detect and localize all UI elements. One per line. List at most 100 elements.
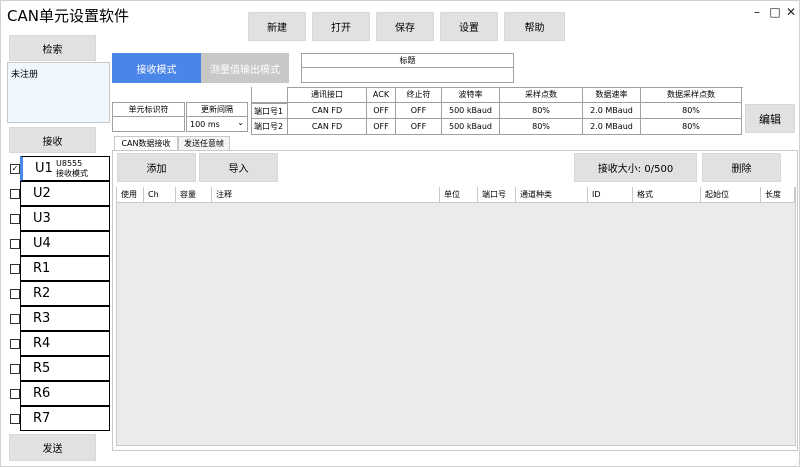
unit-checkbox[interactable] xyxy=(10,263,20,274)
send-button[interactable]: 发送 xyxy=(9,434,96,461)
unit-checkbox[interactable] xyxy=(10,338,20,349)
grid-column-header[interactable]: 注释 xyxy=(212,187,440,203)
title-input[interactable] xyxy=(302,68,513,82)
unit-mode: 接收模式 xyxy=(56,169,88,178)
port-table-header: 通讯接口 xyxy=(288,87,367,103)
tab-can-receive[interactable]: CAN数据接收 xyxy=(114,136,178,150)
update-interval-box: 更新间隔 100 ms ⌄ xyxy=(186,102,248,132)
data-grid[interactable] xyxy=(116,187,796,446)
minimize-icon[interactable]: – xyxy=(749,5,765,19)
update-interval-label: 更新间隔 xyxy=(187,103,247,117)
unit-checkbox[interactable] xyxy=(10,238,20,249)
unit-checkbox[interactable] xyxy=(10,388,20,399)
unit-id-input[interactable] xyxy=(113,117,184,131)
port-table-cell: CAN FD xyxy=(288,119,367,135)
unit-name: R4 xyxy=(33,336,51,351)
unit-checkbox[interactable] xyxy=(10,363,20,374)
delete-button[interactable]: 删除 xyxy=(702,153,781,182)
unit-item-r2[interactable]: R2 xyxy=(20,281,110,306)
edit-button[interactable]: 编辑 xyxy=(745,104,795,133)
import-button[interactable]: 导入 xyxy=(199,153,278,182)
port-table: 通讯接口 ACK 终止符 波特率 采样点数 数据速率 数据采样点数 端口号1 CAN FD OFF… xyxy=(251,87,743,135)
unit-checkbox[interactable] xyxy=(10,413,20,424)
unit-item-r6[interactable]: R6 xyxy=(20,381,110,406)
unit-item-r1[interactable]: R1 xyxy=(20,256,110,281)
unit-model: U8555 xyxy=(56,159,83,168)
port-table-cell: 80% xyxy=(641,119,742,135)
unit-name: U3 xyxy=(33,211,51,226)
app-title: CAN单元设置软件 xyxy=(7,7,129,25)
port-table-cell: 2.0 MBaud xyxy=(583,103,641,119)
unit-name: U1 xyxy=(35,161,53,176)
save-button[interactable]: 保存 xyxy=(376,12,434,41)
unit-checkbox[interactable] xyxy=(10,313,20,324)
unit-id-label: 单元标识符 xyxy=(113,103,184,117)
port-label: 端口号1 xyxy=(252,103,288,119)
port-table-cell: OFF xyxy=(396,119,442,135)
update-interval-value: 100 ms xyxy=(190,119,220,129)
new-button[interactable]: 新建 xyxy=(248,12,306,41)
grid-column-header[interactable]: 通道种类 xyxy=(516,187,588,203)
unit-item-r4[interactable]: R4 xyxy=(20,331,110,356)
search-button[interactable]: 检索 xyxy=(9,35,96,61)
port-table-cell: OFF xyxy=(396,103,442,119)
add-button[interactable]: 添加 xyxy=(117,153,196,182)
registration-status: 未注册 xyxy=(11,70,39,80)
title-box: 标题 xyxy=(301,53,514,83)
receive-size-indicator: 接收大小: 0/500 xyxy=(574,153,697,182)
resize-grip-icon[interactable]: ⋰ xyxy=(793,461,799,467)
port-table-header: 数据速率 xyxy=(583,87,641,103)
port-table-header: 采样点数 xyxy=(500,87,583,103)
chevron-down-icon: ⌄ xyxy=(237,118,244,127)
port-table-cell: OFF xyxy=(367,119,396,135)
unit-item-r3[interactable]: R3 xyxy=(20,306,110,331)
unit-checkbox[interactable] xyxy=(10,213,20,224)
unit-name: R2 xyxy=(33,286,51,301)
port-table-cell: 80% xyxy=(500,119,583,135)
grid-column-header[interactable]: 起始位 xyxy=(701,187,761,203)
port-table-cell: 2.0 MBaud xyxy=(583,119,641,135)
unit-id-box: 单元标识符 xyxy=(112,102,185,132)
close-icon[interactable]: ✕ xyxy=(783,5,799,19)
unit-name: R6 xyxy=(33,386,51,401)
unit-item-u3[interactable]: U3 xyxy=(20,206,110,231)
grid-column-header[interactable]: 容量 xyxy=(176,187,212,203)
port-table-header: 波特率 xyxy=(442,87,500,103)
unit-name: R3 xyxy=(33,311,51,326)
receive-button[interactable]: 接收 xyxy=(9,127,96,153)
port-table-cell: 500 kBaud xyxy=(442,103,500,119)
grid-column-header[interactable]: 使用 xyxy=(117,187,144,203)
unit-item-u1[interactable]: U1 U8555 接收模式 xyxy=(20,156,110,181)
unit-item-u4[interactable]: U4 xyxy=(20,231,110,256)
title-label: 标题 xyxy=(302,54,513,68)
unit-checkbox[interactable]: ✓ xyxy=(10,163,20,174)
measure-output-mode-button[interactable]: 测量值输出模式 xyxy=(201,53,289,83)
unit-checkbox[interactable] xyxy=(10,188,20,199)
unit-item-r5[interactable]: R5 xyxy=(20,356,110,381)
help-button[interactable]: 帮助 xyxy=(504,12,565,41)
unit-name: U4 xyxy=(33,236,51,251)
unit-name: R7 xyxy=(33,411,51,426)
grid-column-header[interactable]: 长度 xyxy=(761,187,795,203)
open-button[interactable]: 打开 xyxy=(312,12,370,41)
port-table-header: 数据采样点数 xyxy=(641,87,742,103)
receive-mode-button[interactable]: 接收模式 xyxy=(112,53,201,83)
port-table-header: ACK xyxy=(367,87,396,103)
port-table-cell: OFF xyxy=(367,103,396,119)
grid-column-header[interactable]: 格式 xyxy=(633,187,701,203)
grid-column-header[interactable]: ID xyxy=(588,187,633,203)
settings-button[interactable]: 设置 xyxy=(440,12,498,41)
update-interval-select[interactable]: 100 ms ⌄ xyxy=(187,117,247,131)
port-table-corner xyxy=(252,87,288,103)
port-table-cell: 500 kBaud xyxy=(442,119,500,135)
grid-column-header[interactable]: 单位 xyxy=(440,187,478,203)
maximize-icon[interactable]: □ xyxy=(767,5,783,19)
unit-item-u2[interactable]: U2 xyxy=(20,181,110,206)
grid-column-header[interactable]: 端口号 xyxy=(478,187,516,203)
grid-column-header[interactable]: Ch xyxy=(144,187,176,203)
unit-name: R1 xyxy=(33,261,51,276)
unit-checkbox[interactable] xyxy=(10,288,20,299)
tab-send-frame[interactable]: 发送任意帧 xyxy=(178,136,230,150)
unit-name: R5 xyxy=(33,361,51,376)
unit-item-r7[interactable]: R7 xyxy=(20,406,110,431)
